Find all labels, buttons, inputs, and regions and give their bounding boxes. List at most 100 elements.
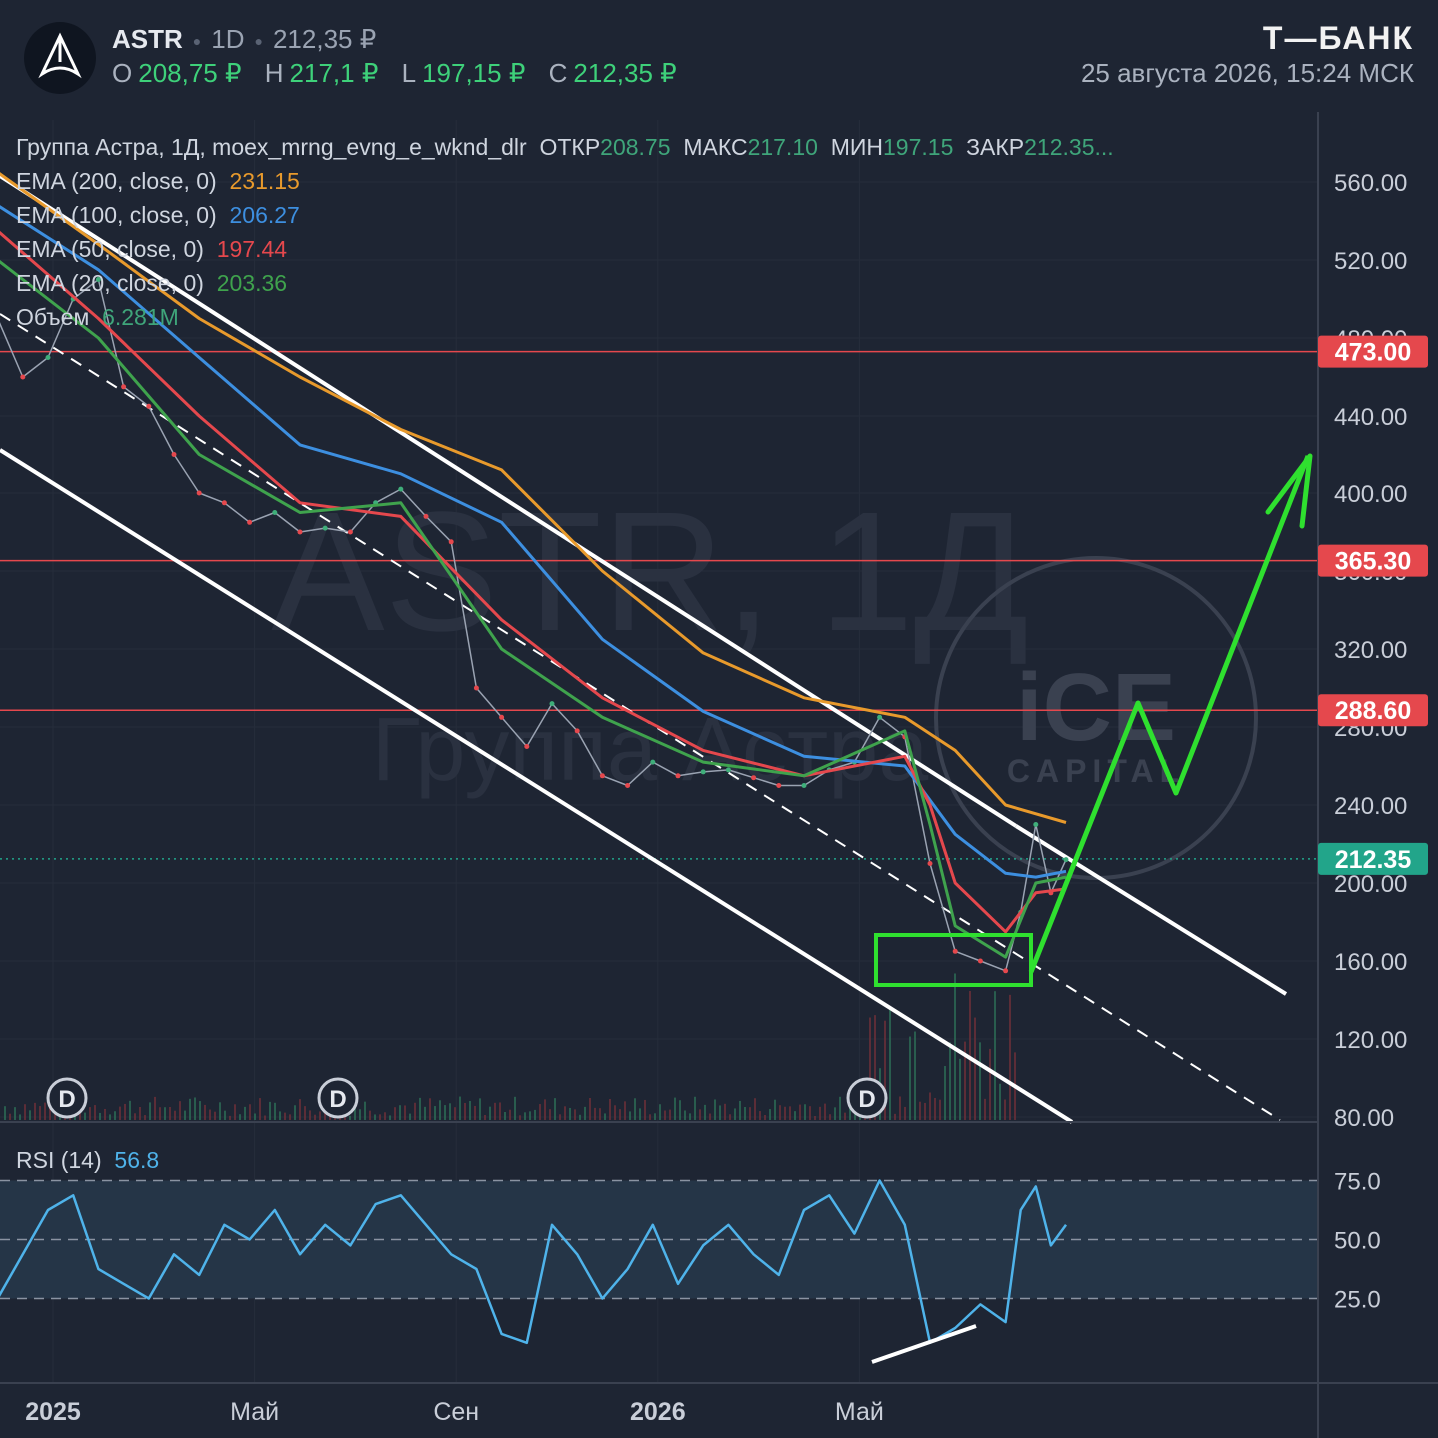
legend-ema200[interactable]: EMA (200, close, 0) 231.15: [16, 168, 300, 195]
volume-bar: [659, 1104, 661, 1120]
volume-bar: [584, 1106, 586, 1120]
volume-bar: [239, 1114, 241, 1120]
rsi-tick-label: 25.0: [1334, 1287, 1381, 1314]
volume-bar: [469, 1100, 471, 1120]
legend-ema200-value: 231.15: [229, 168, 300, 194]
volume-bar: [139, 1106, 141, 1120]
volume-bar: [914, 1031, 916, 1120]
rsi-tick-label: 75.0: [1334, 1169, 1381, 1196]
volume-bar: [429, 1098, 431, 1120]
volume-bar: [994, 991, 996, 1120]
ticker-logo-icon[interactable]: [24, 22, 96, 94]
volume-bar: [644, 1099, 646, 1120]
volume-bar: [714, 1099, 716, 1120]
legend-volume[interactable]: Объем 6.281M: [16, 304, 179, 331]
volume-bar: [484, 1114, 486, 1120]
volume-bar: [394, 1107, 396, 1120]
volume-bar: [384, 1112, 386, 1120]
volume-bar: [529, 1111, 531, 1120]
close-point: [121, 384, 127, 390]
volume-bar: [829, 1114, 831, 1120]
y-tick-label: 80.00: [1334, 1105, 1394, 1132]
volume-bar: [159, 1107, 161, 1120]
volume-bar: [144, 1115, 146, 1120]
volume-bar: [619, 1109, 621, 1120]
legend-open-key: ОТКР: [539, 134, 601, 160]
close-point: [725, 767, 731, 773]
volume-bar: [179, 1101, 181, 1120]
close-point: [776, 783, 782, 788]
volume-bar: [929, 1092, 931, 1120]
volume-bar: [284, 1112, 286, 1120]
volume-bar: [34, 1102, 36, 1120]
volume-bar: [154, 1096, 156, 1120]
volume-bar: [739, 1100, 741, 1120]
close-point: [700, 769, 706, 775]
volume-bar: [184, 1110, 186, 1120]
volume-bar: [129, 1100, 131, 1120]
high-key: H: [264, 58, 284, 88]
volume-bar: [409, 1113, 411, 1120]
dividend-marker-letter: D: [858, 1086, 875, 1113]
volume-bar: [389, 1115, 391, 1120]
legend-ema50[interactable]: EMA (50, close, 0) 197.44: [16, 236, 287, 263]
watermark-logo-top: iCE: [1016, 654, 1176, 761]
x-tick-label: Май: [230, 1398, 279, 1426]
rsi-legend[interactable]: RSI (14) 56.8: [16, 1147, 159, 1174]
close-point: [322, 525, 328, 531]
volume-bar: [314, 1114, 316, 1120]
volume-bar: [664, 1110, 666, 1120]
volume-bar: [614, 1105, 616, 1120]
legend-close-value: 212.35...: [1024, 134, 1114, 160]
x-tick-label: Май: [835, 1398, 884, 1426]
x-tick-label: 2026: [630, 1398, 686, 1426]
ticker-symbol[interactable]: ASTR: [112, 24, 183, 54]
rsi-tick-label: 50.0: [1334, 1228, 1381, 1255]
volume-bar: [109, 1114, 111, 1120]
volume-bar: [494, 1102, 496, 1120]
volume-bar: [204, 1104, 206, 1120]
close-point: [171, 452, 177, 457]
volume-bar: [609, 1098, 611, 1120]
close-key: C: [548, 58, 568, 88]
volume-bar: [319, 1111, 321, 1120]
volume-bar: [14, 1107, 16, 1120]
legend-low-key: МИН: [830, 134, 884, 160]
legend-ema20[interactable]: EMA (20, close, 0) 203.36: [16, 270, 287, 297]
legend-ema100-value: 206.27: [229, 202, 300, 228]
volume-bar: [649, 1114, 651, 1120]
volume-bar: [784, 1106, 786, 1120]
volume-bar: [379, 1114, 381, 1120]
volume-bar: [229, 1115, 231, 1120]
volume-bar: [899, 1096, 901, 1120]
legend-series-title: Группа Астра, 1Д, moex_mrng_evng_e_wknd_…: [16, 134, 527, 160]
volume-bar: [724, 1103, 726, 1120]
volume-bar: [804, 1104, 806, 1120]
volume-bar: [119, 1106, 121, 1120]
close-point: [751, 775, 757, 781]
legend-ema100[interactable]: EMA (100, close, 0) 206.27: [16, 202, 300, 229]
volume-bar: [99, 1112, 101, 1120]
legend-ema20-label: EMA (20, close, 0): [16, 270, 204, 296]
volume-bar: [989, 1048, 991, 1120]
volume-bar: [349, 1115, 351, 1120]
volume-bar: [169, 1106, 171, 1120]
interval[interactable]: 1D: [211, 24, 244, 54]
legend-series-line[interactable]: Группа Астра, 1Д, moex_mrng_evng_e_wknd_…: [16, 134, 1114, 161]
volume-bar: [764, 1114, 766, 1120]
legend-ema50-label: EMA (50, close, 0): [16, 236, 204, 262]
watermark-logo-bottom: CAPITAL: [1007, 753, 1185, 789]
close-point: [977, 958, 983, 964]
y-tick-label: 320.00: [1334, 637, 1407, 664]
volume-bar: [84, 1112, 86, 1120]
legend-ema50-value: 197.44: [216, 236, 288, 262]
legend-volume-value: 6.281M: [102, 304, 179, 330]
close-point: [952, 948, 958, 954]
legend-ema20-value: 203.36: [216, 270, 288, 296]
close-point: [1003, 968, 1009, 974]
volume-bar: [174, 1110, 176, 1120]
x-tick-label: Сен: [433, 1398, 479, 1426]
dividend-marker-letter: D: [329, 1086, 346, 1113]
volume-bar: [754, 1098, 756, 1120]
volume-bar: [719, 1105, 721, 1120]
